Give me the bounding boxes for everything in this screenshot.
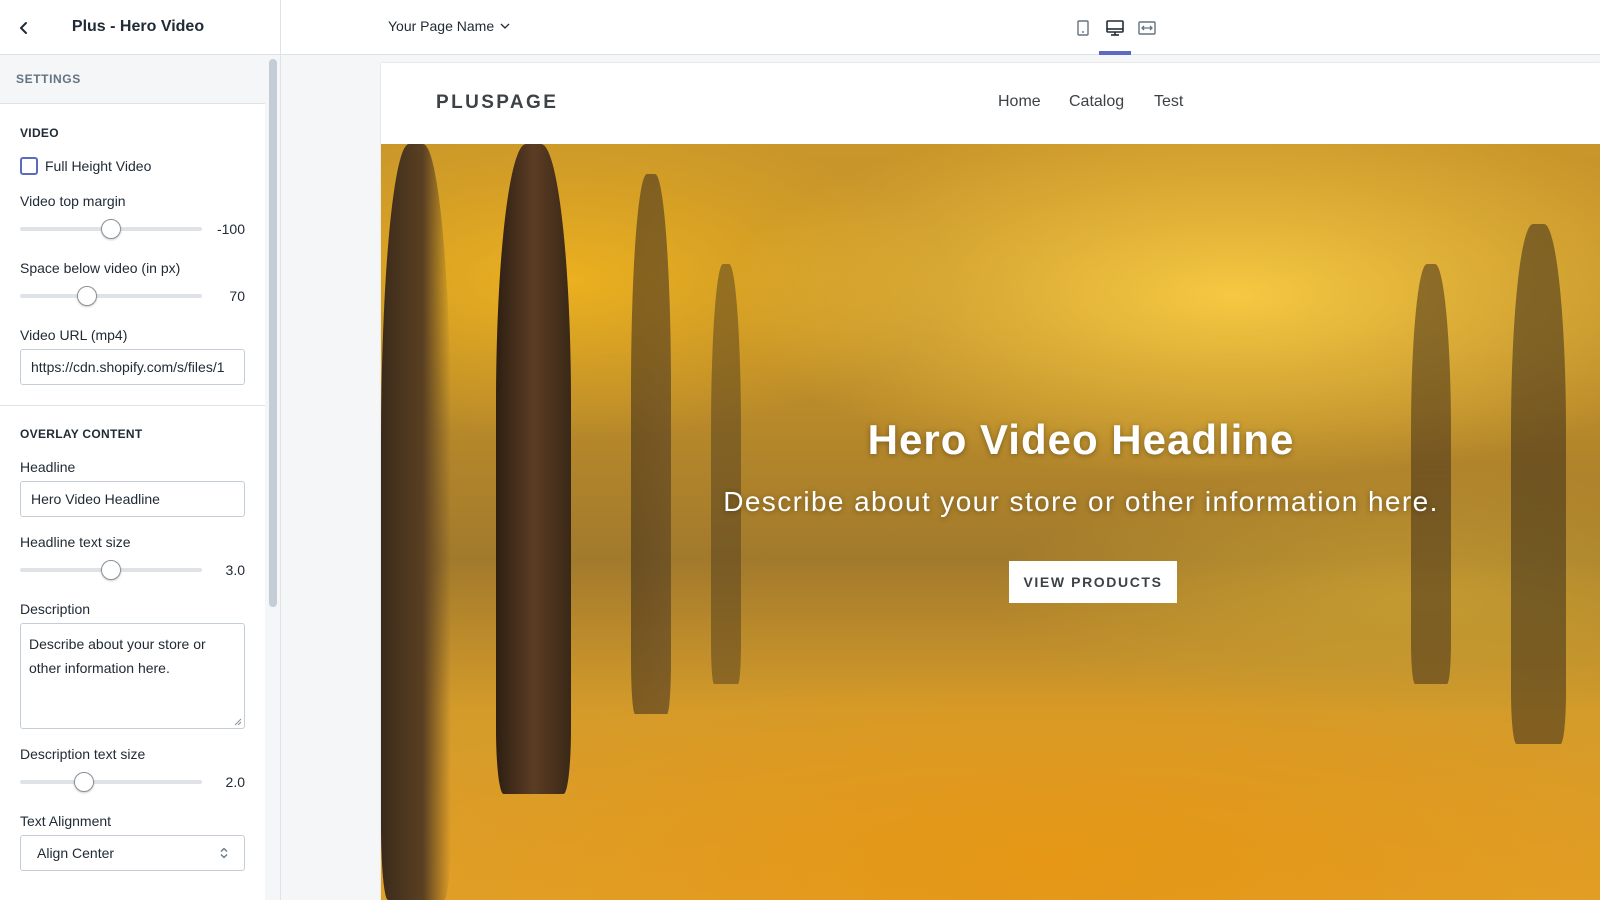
headline-input[interactable]: Hero Video Headline <box>20 481 245 517</box>
nav-item-catalog[interactable]: Catalog <box>1069 93 1124 111</box>
hero-headline: Hero Video Headline <box>867 416 1295 463</box>
mobile-view-button[interactable] <box>1067 14 1099 42</box>
fullwidth-icon <box>1138 21 1156 35</box>
store-preview: PLUSPAGE Home Catalog Test Hero Video He… <box>381 63 1600 900</box>
hero-video: Hero Video Headline Describe about your … <box>381 144 1600 900</box>
mobile-icon <box>1077 20 1089 36</box>
description-size-slider-thumb[interactable] <box>73 772 94 792</box>
settings-label: SETTINGS <box>16 72 81 86</box>
active-viewport-indicator <box>1099 51 1131 55</box>
select-arrows-icon <box>220 847 228 859</box>
description-textarea-value: Describe about your store or other infor… <box>29 636 206 676</box>
headline-label: Headline <box>20 459 76 475</box>
settings-subheader: SETTINGS <box>0 55 266 104</box>
headline-size-value: 3.0 <box>225 562 245 578</box>
video-section-title: VIDEO <box>20 126 59 140</box>
scrollbar-thumb[interactable] <box>269 59 277 607</box>
store-logo[interactable]: PLUSPAGE <box>436 92 558 114</box>
chevron-down-icon <box>500 23 510 29</box>
space-below-label: Space below video (in px) <box>20 260 181 276</box>
editor-topbar: Your Page Name <box>281 0 1600 55</box>
page-selector[interactable]: Your Page Name <box>388 18 510 34</box>
full-height-label: Full Height Video <box>45 158 152 174</box>
full-height-checkbox[interactable] <box>20 157 38 175</box>
desktop-view-button[interactable] <box>1099 14 1131 42</box>
page-name: Your Page Name <box>388 18 495 34</box>
alignment-label: Text Alignment <box>20 813 112 829</box>
back-button[interactable] <box>12 16 36 40</box>
headline-input-value: Hero Video Headline <box>31 491 160 507</box>
description-textarea[interactable]: Describe about your store or other infor… <box>20 623 245 729</box>
hero-description: Describe about your store or other infor… <box>723 486 1439 517</box>
chevron-left-icon <box>20 22 27 34</box>
description-size-value: 2.0 <box>225 774 245 790</box>
space-below-slider[interactable] <box>20 294 202 298</box>
nav-item-home[interactable]: Home <box>998 93 1041 111</box>
view-products-button[interactable]: VIEW PRODUCTS <box>1009 561 1177 603</box>
top-margin-value: -100 <box>216 221 245 237</box>
video-url-value: https://cdn.shopify.com/s/files/1 <box>31 359 225 375</box>
resize-grip-icon[interactable] <box>234 718 242 726</box>
description-size-label: Description text size <box>20 746 146 762</box>
space-below-slider-thumb[interactable] <box>77 286 98 306</box>
section-title: Plus - Hero Video <box>71 18 205 35</box>
headline-size-slider-thumb[interactable] <box>101 560 121 580</box>
store-header: PLUSPAGE Home Catalog Test <box>381 63 1600 144</box>
top-margin-label: Video top margin <box>20 193 126 209</box>
space-below-value: 70 <box>229 288 245 304</box>
full-height-checkbox-row[interactable]: Full Height Video <box>20 157 151 175</box>
nav-item-test[interactable]: Test <box>1154 93 1183 111</box>
video-url-label: Video URL (mp4) <box>20 327 128 343</box>
headline-size-label: Headline text size <box>20 534 131 550</box>
sidebar-header: Plus - Hero Video <box>0 0 280 55</box>
video-url-input[interactable]: https://cdn.shopify.com/s/files/1 <box>20 349 245 385</box>
alignment-select[interactable]: Align Center <box>20 835 245 871</box>
overlay-section-title: OVERLAY CONTENT <box>20 427 143 441</box>
description-label: Description <box>20 601 91 617</box>
sidebar-scrollbar[interactable] <box>265 55 280 900</box>
description-size-slider[interactable] <box>20 780 202 784</box>
alignment-selected-value: Align Center <box>37 845 115 861</box>
fullwidth-view-button[interactable] <box>1131 14 1163 42</box>
hero-overlay: Hero Video Headline Describe about your … <box>381 144 1600 900</box>
settings-sidebar: Plus - Hero Video SETTINGS VIDEO Full He… <box>0 0 281 900</box>
desktop-icon <box>1106 20 1124 36</box>
top-margin-slider-thumb[interactable] <box>101 219 121 239</box>
section-divider <box>0 405 265 406</box>
